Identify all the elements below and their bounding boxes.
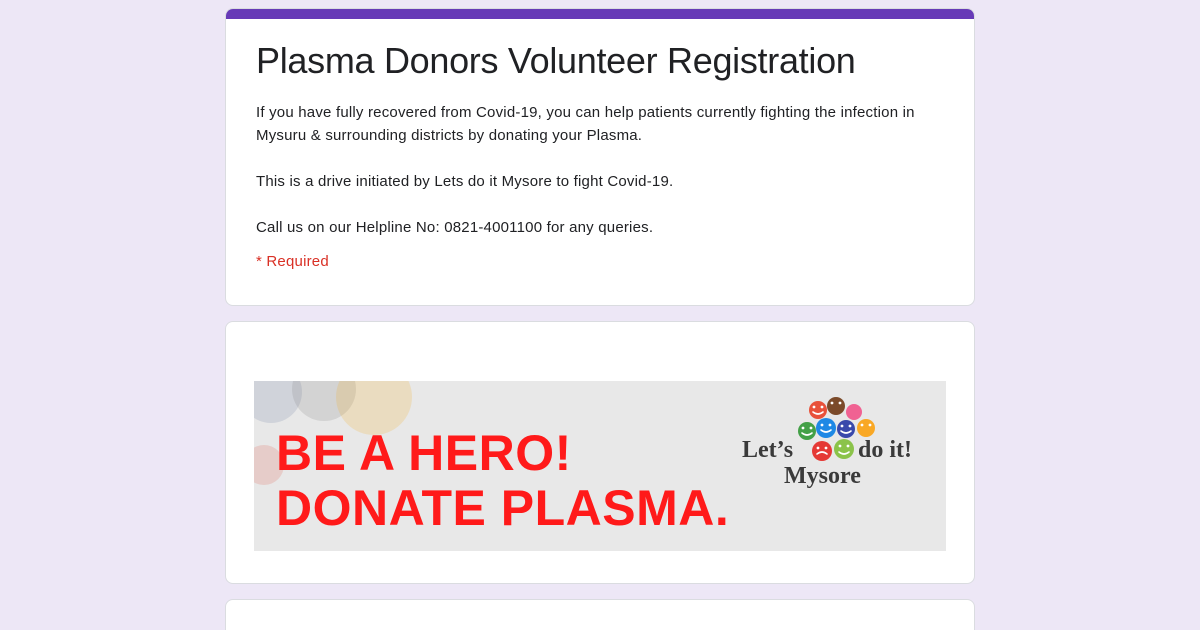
- logo-text-do-it: do it!: [858, 437, 912, 463]
- form-header-content: Plasma Donors Volunteer Registration If …: [256, 39, 946, 270]
- logo-text-mysore: Mysore: [784, 463, 861, 489]
- logo-text-lets: Let’s: [742, 437, 794, 463]
- banner-headline-line1: BE A HERO!: [276, 425, 572, 481]
- description-paragraph-3: Call us on our Helpline No: 0821-4001100…: [256, 219, 654, 236]
- form-title: Plasma Donors Volunteer Registration: [256, 40, 856, 81]
- banner-image: BE A HERO! DONATE PLASMA. Let’s do it! M…: [254, 381, 946, 551]
- form-header-card: Plasma Donors Volunteer Registration If …: [225, 8, 975, 306]
- required-note: * Required: [256, 253, 329, 270]
- form-description: If you have fully recovered from Covid-1…: [256, 101, 946, 239]
- form-page: Plasma Donors Volunteer Registration If …: [0, 0, 1200, 630]
- theme-accent-bar: [226, 9, 974, 19]
- description-paragraph-2: This is a drive initiated by Lets do it …: [256, 173, 674, 190]
- next-question-card: [225, 599, 975, 630]
- description-paragraph-1: If you have fully recovered from Covid-1…: [256, 104, 915, 144]
- lets-do-it-mysore-logo: Let’s do it! Mysore: [738, 395, 928, 495]
- banner-image-card: BE A HERO! DONATE PLASMA. Let’s do it! M…: [225, 321, 975, 584]
- banner-headline-line2: DONATE PLASMA.: [276, 480, 730, 536]
